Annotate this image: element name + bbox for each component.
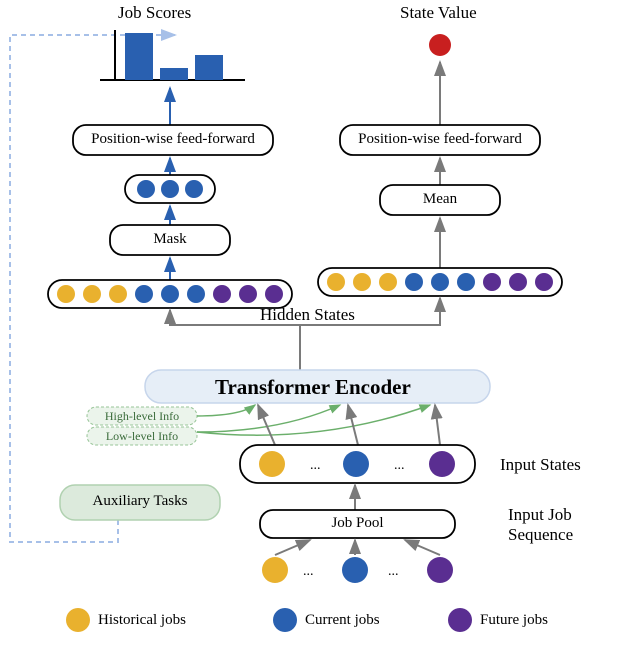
legend-future-icon [448,608,472,632]
legend-future-label: Future jobs [480,612,548,629]
job-scores-title: Job Scores [118,3,191,23]
legend-current-label: Current jobs [305,612,380,629]
svg-text:...: ... [303,564,314,579]
input-states-label: Input States [500,455,581,475]
input-job-seq-label-2: Sequence [508,525,573,545]
transformer-encoder-label: Transformer Encoder [215,375,411,400]
mean-label: Mean [380,191,500,208]
high-level-info-label: High-level Info [97,409,187,424]
ffw-left-label: Position-wise feed-forward [82,131,264,148]
legend-current-icon [273,608,297,632]
legend-historical-label: Historical jobs [98,612,186,629]
aux-tasks-label: Auxiliary Tasks [75,493,205,510]
job-seq-current [342,557,368,583]
svg-text:...: ... [394,458,405,473]
job-scores-bar-1 [125,33,153,80]
legend-historical-icon [66,608,90,632]
low-level-info-label: Low-level Info [97,429,187,444]
svg-text:...: ... [388,564,399,579]
job-scores-bar-3 [195,55,223,80]
job-pool-label: Job Pool [260,515,455,532]
mask-label: Mask [110,231,230,248]
job-seq-future [427,557,453,583]
job-scores-bar-2 [160,68,188,80]
state-value-node [429,34,451,56]
input-job-seq-label-1: Input Job [508,505,572,525]
svg-text:...: ... [310,458,321,473]
hidden-states-label: Hidden States [260,305,355,325]
job-seq-historical [262,557,288,583]
state-value-title: State Value [400,3,477,23]
ffw-right-label: Position-wise feed-forward [349,131,531,148]
